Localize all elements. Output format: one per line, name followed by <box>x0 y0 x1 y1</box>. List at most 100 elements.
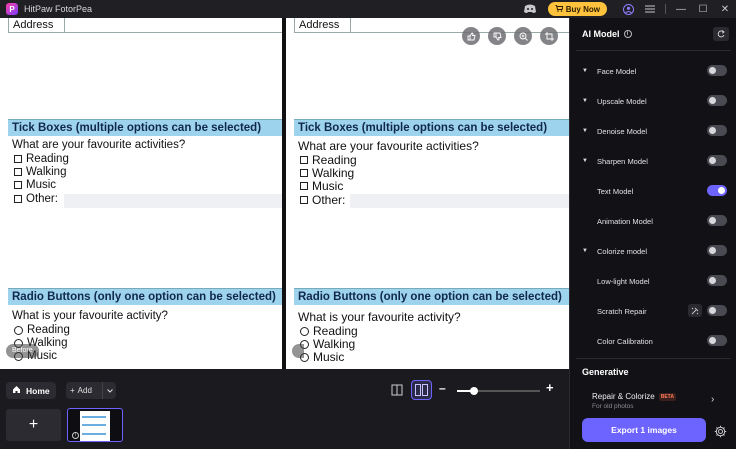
app-title: HitPaw FotorPea <box>24 4 93 14</box>
tick-option: Other: <box>300 193 345 207</box>
export-button[interactable]: Export 1 images <box>582 418 706 442</box>
repair-colorize-label: Repair & Colorize <box>592 392 655 401</box>
caret-down-icon[interactable]: ▼ <box>582 68 590 74</box>
bottom-bar: Home + Add – + + i <box>0 369 569 449</box>
info-icon[interactable]: i <box>623 30 632 38</box>
tick-option: Reading <box>300 153 357 167</box>
home-icon <box>12 385 21 396</box>
radio-option: Reading <box>300 324 358 338</box>
crop-icon[interactable] <box>540 27 558 45</box>
add-dropdown-chevron-icon[interactable] <box>102 382 116 399</box>
checkbox-icon <box>300 196 308 204</box>
caret-down-icon[interactable]: ▼ <box>582 98 590 104</box>
model-row-sharpen[interactable]: ▼ Sharpen Model <box>582 154 727 168</box>
checkbox-icon <box>14 155 22 163</box>
radio-icon <box>300 326 309 336</box>
toggle-color-calibration[interactable] <box>707 335 727 346</box>
panel-divider <box>576 50 731 51</box>
radio-question: What is your favourite activity? <box>12 310 168 322</box>
model-row-face[interactable]: ▼ Face Model <box>582 64 727 78</box>
scratch-brush-icon[interactable] <box>688 304 702 317</box>
tick-option: Walking <box>300 166 354 180</box>
home-button[interactable]: Home <box>6 382 56 399</box>
panel-divider <box>576 358 731 359</box>
model-row-scratch-repair[interactable]: Scratch Repair <box>582 304 727 318</box>
canvas-tools <box>462 27 558 45</box>
model-row-color-calibration[interactable]: Color Calibration <box>582 334 727 348</box>
panel-header: AI Model i <box>582 29 632 39</box>
model-row-text[interactable]: Text Model <box>582 184 727 198</box>
zoom-slider[interactable] <box>457 387 540 395</box>
account-icon[interactable] <box>617 0 639 18</box>
model-row-animation[interactable]: Animation Model <box>582 214 727 228</box>
address-row: Address <box>8 18 282 33</box>
minimize-button[interactable]: — <box>670 0 692 18</box>
zoom-in-button[interactable]: + <box>546 380 554 395</box>
tick-boxes-header: Tick Boxes (multiple options can be sele… <box>8 119 282 136</box>
info-icon[interactable]: i <box>72 432 79 439</box>
add-button[interactable]: + Add <box>66 382 116 399</box>
radio-buttons-header: Radio Buttons (only one option can be se… <box>8 288 282 305</box>
model-row-low-light[interactable]: Low-light Model <box>582 274 727 288</box>
add-image-tile[interactable]: + <box>6 409 61 441</box>
checkbox-icon <box>14 181 22 189</box>
menu-icon[interactable] <box>639 0 661 18</box>
model-row-upscale[interactable]: ▼ Upscale Model <box>582 94 727 108</box>
tick-option: Music <box>300 179 343 193</box>
model-row-colorize[interactable]: ▼ Colorize model <box>582 244 727 258</box>
add-main[interactable]: + Add <box>66 386 102 395</box>
caret-down-icon[interactable]: ▼ <box>582 158 590 164</box>
toggle-sharpen-model[interactable] <box>707 155 727 166</box>
close-button[interactable]: ✕ <box>714 0 736 18</box>
buy-now-button[interactable]: Buy Now <box>547 2 607 16</box>
maximize-button[interactable]: ☐ <box>692 0 714 18</box>
address-label: Address <box>9 18 65 32</box>
tick-option: Walking <box>14 166 66 178</box>
radio-question: What is your favourite activity? <box>298 310 461 324</box>
chevron-right-icon[interactable]: › <box>711 394 714 405</box>
toggle-upscale-model[interactable] <box>707 95 727 106</box>
tick-option: Reading <box>14 153 69 165</box>
ai-model-panel: AI Model i ▼ Face Model ▼ Upscale Model … <box>569 18 736 449</box>
model-row-denoise[interactable]: ▼ Denoise Model <box>582 124 727 138</box>
before-pane: Address Tick Boxes (multiple options can… <box>0 18 282 369</box>
generative-title: Generative <box>582 367 629 377</box>
image-thumbnail[interactable]: i <box>67 408 123 442</box>
tick-boxes-header: Tick Boxes (multiple options can be sele… <box>294 119 569 136</box>
before-label: Before <box>6 344 39 358</box>
radio-option: Reading <box>14 324 70 336</box>
thumbs-up-icon[interactable] <box>462 27 480 45</box>
toggle-face-model[interactable] <box>707 65 727 76</box>
radio-buttons-header: Radio Buttons (only one option can be se… <box>294 288 569 305</box>
caret-down-icon[interactable]: ▼ <box>582 128 590 134</box>
toggle-denoise-model[interactable] <box>707 125 727 136</box>
other-field <box>64 194 282 208</box>
thumbs-down-icon[interactable] <box>488 27 506 45</box>
checkbox-icon <box>14 168 22 176</box>
cart-icon <box>554 4 564 14</box>
caret-down-icon[interactable]: ▼ <box>582 248 590 254</box>
zoom-icon[interactable] <box>514 27 532 45</box>
split-view-icon[interactable] <box>411 380 432 400</box>
title-bar: P HitPaw FotorPea Buy Now — ☐ ✕ <box>0 0 736 18</box>
single-view-icon[interactable] <box>389 382 405 398</box>
thumbnail-preview <box>80 411 110 441</box>
tick-question: What are your favourite activities? <box>298 139 479 153</box>
toggle-animation-model[interactable] <box>707 215 727 226</box>
toggle-scratch-repair[interactable] <box>707 305 727 316</box>
toggle-colorize-model[interactable] <box>707 245 727 256</box>
repair-colorize-item[interactable]: Repair & Colorize BETA For old photos <box>592 392 722 410</box>
discord-icon[interactable] <box>522 3 538 15</box>
gear-icon[interactable] <box>712 423 728 439</box>
tick-option: Music <box>14 179 56 191</box>
zoom-slider-handle[interactable] <box>469 387 478 395</box>
address-label: Address <box>295 18 351 32</box>
zoom-out-button[interactable]: – <box>439 381 446 395</box>
toggle-text-model[interactable] <box>707 185 727 196</box>
toggle-low-light-model[interactable] <box>707 275 727 286</box>
checkbox-icon <box>300 169 308 177</box>
refresh-button[interactable] <box>713 27 729 41</box>
tick-option: Other: <box>14 193 58 205</box>
compare-canvas[interactable]: Address Tick Boxes (multiple options can… <box>0 18 569 369</box>
add-label: Add <box>77 386 92 395</box>
